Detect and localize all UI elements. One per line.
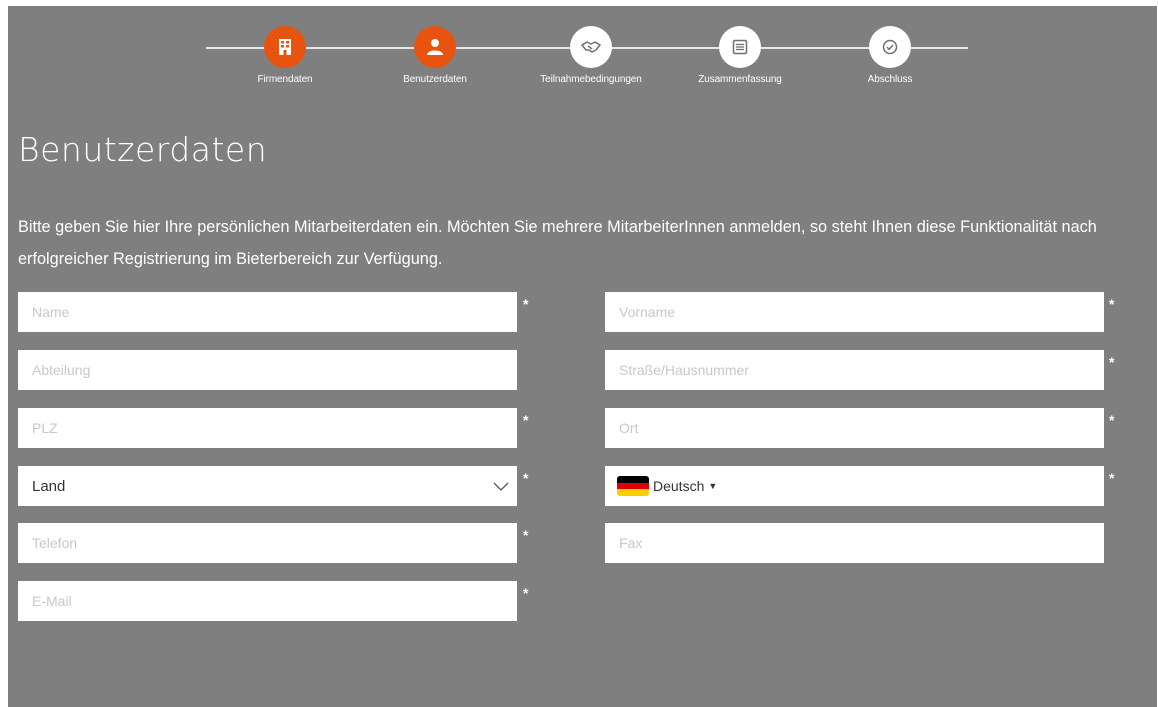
plz-input[interactable] [18,408,517,448]
name-field[interactable] [18,292,517,332]
language-select-value: Deutsch [653,478,705,494]
strasse-input[interactable] [605,350,1104,390]
caret-down-icon: ▼ [708,481,718,491]
list-icon [732,39,748,55]
strasse-field[interactable] [605,350,1104,390]
handshake-icon [581,40,601,54]
user-icon [426,38,444,56]
step-circle [414,26,456,68]
step-circle [570,26,612,68]
progress-stepper: Firmendaten Benutzerdaten Teilnahmebedin… [8,6,1157,126]
step-zusammenfassung[interactable]: Zusammenfassung [675,26,805,85]
required-marker: * [1109,296,1115,312]
telefon-field[interactable] [18,523,517,563]
step-teilnahmebedingungen[interactable]: Teilnahmebedingungen [526,26,656,85]
step-label: Benutzerdaten [403,74,467,85]
registration-panel: Firmendaten Benutzerdaten Teilnahmebedin… [8,6,1157,707]
chevron-down-icon [493,479,509,497]
ort-input[interactable] [605,408,1104,448]
language-select[interactable]: Deutsch ▼ [605,466,1104,506]
building-icon [278,38,292,56]
fax-field[interactable] [605,523,1104,563]
german-flag-icon [617,476,649,496]
step-firmendaten[interactable]: Firmendaten [220,26,350,85]
step-label: Teilnahmebedingungen [540,74,642,85]
required-marker: * [523,585,529,601]
required-marker: * [1109,412,1115,428]
email-input[interactable] [18,581,517,621]
step-abschluss[interactable]: Abschluss [825,26,955,85]
step-circle [869,26,911,68]
check-icon [882,39,898,55]
name-input[interactable] [18,292,517,332]
land-select-value: Land [32,477,66,495]
required-marker: * [1109,354,1115,370]
required-marker: * [523,296,529,312]
vorname-field[interactable] [605,292,1104,332]
plz-field[interactable] [18,408,517,448]
telefon-input[interactable] [18,523,517,563]
email-field[interactable] [18,581,517,621]
abteilung-field[interactable] [18,350,517,390]
step-label: Zusammenfassung [698,74,782,85]
step-circle [264,26,306,68]
required-marker: * [523,470,529,486]
abteilung-input[interactable] [18,350,517,390]
step-label: Abschluss [867,74,913,85]
step-circle [719,26,761,68]
page-title: Benutzerdaten [18,130,268,169]
step-label: Firmendaten [257,74,313,85]
required-marker: * [1109,470,1115,486]
required-marker: * [523,412,529,428]
vorname-input[interactable] [605,292,1104,332]
land-select[interactable]: Land [18,466,517,506]
intro-text: Bitte geben Sie hier Ihre persönlichen M… [18,218,1097,268]
required-marker: * [523,527,529,543]
ort-field[interactable] [605,408,1104,448]
step-benutzerdaten[interactable]: Benutzerdaten [370,26,500,85]
fax-input[interactable] [605,523,1104,563]
